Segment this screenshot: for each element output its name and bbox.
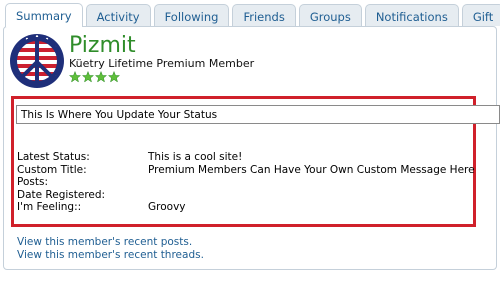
detail-row-posts: Posts: — [17, 176, 475, 189]
detail-value: Premium Members Can Have Your Own Custom… — [148, 163, 475, 176]
tab-summary[interactable]: Summary — [5, 3, 83, 27]
green-star-icon — [95, 71, 107, 83]
member-title: Küetry Lifetime Premium Member — [69, 57, 255, 70]
green-star-icon — [108, 71, 120, 83]
detail-label: Posts: — [17, 176, 48, 188]
member-links: View this member's recent posts. View th… — [17, 236, 204, 261]
recent-posts-link[interactable]: View this member's recent posts. — [17, 236, 204, 249]
tab-activity[interactable]: Activity — [85, 4, 151, 26]
member-details: Latest Status: This is a cool site! Cust… — [17, 151, 475, 214]
recent-threads-link[interactable]: View this member's recent threads. — [17, 249, 204, 262]
detail-row-latest-status: Latest Status: This is a cool site! — [17, 151, 475, 164]
username: Pizmit — [69, 33, 136, 58]
green-star-icon — [69, 71, 81, 83]
detail-label: Custom Title: — [17, 163, 87, 176]
tab-notifications[interactable]: Notifications — [364, 4, 459, 26]
tab-friends[interactable]: Friends — [232, 4, 296, 26]
detail-label: Latest Status: — [17, 151, 90, 163]
detail-value: Groovy — [148, 201, 186, 213]
detail-row-date-registered: Date Registered: — [17, 189, 475, 202]
detail-label: I'm Feeling:: — [17, 201, 82, 213]
green-star-icon — [82, 71, 94, 83]
detail-row-custom-title: Custom Title: Premium Members Can Have Y… — [17, 164, 475, 177]
tab-gift[interactable]: Gift — [461, 4, 500, 26]
detail-label: Date Registered: — [17, 188, 106, 201]
detail-row-feeling: I'm Feeling:: Groovy — [17, 201, 475, 214]
rating-stars — [69, 71, 120, 83]
detail-value: This is a cool site! — [148, 151, 243, 163]
profile-tab-bar: Summary Activity Following Friends Group… — [5, 3, 500, 27]
tab-groups[interactable]: Groups — [298, 4, 362, 26]
status-update-input[interactable]: This Is Where You Update Your Status — [16, 105, 500, 124]
peace-sign-flag-icon — [10, 34, 64, 88]
tab-following[interactable]: Following — [153, 4, 230, 26]
